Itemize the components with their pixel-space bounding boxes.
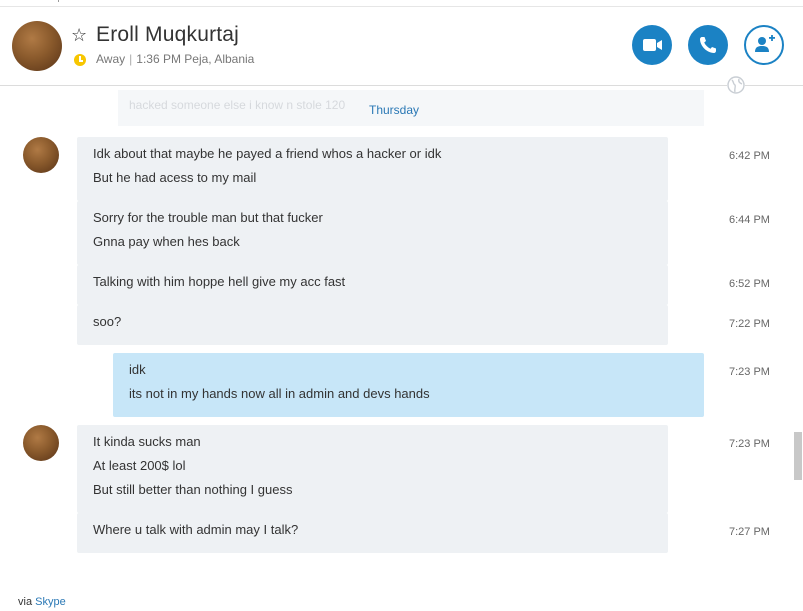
contact-name[interactable]: Eroll Muqkurtaj [96,23,239,47]
presence-text: Away [96,52,126,66]
message-timestamp: 7:27 PM [729,526,770,538]
contact-avatar[interactable] [12,21,62,71]
message-text: its not in my hands now all in admin and… [129,386,430,401]
incoming-message[interactable]: soo? [77,305,668,345]
audio-call-button[interactable] [688,25,728,65]
globe-icon[interactable] [727,76,745,94]
sender-avatar[interactable] [23,137,59,173]
away-clock-icon [74,54,86,66]
scrollbar-thumb[interactable] [794,432,802,480]
message-timestamp: 7:23 PM [729,366,770,378]
message-text: Where u talk with admin may I talk? [93,522,299,537]
message-timestamp: 7:23 PM [729,438,770,450]
add-people-button[interactable] [744,25,784,65]
message-text: idk [129,362,146,377]
local-time-text: 1:36 PM Peja, Albania [136,52,255,66]
contact-status: Away | 1:36 PM Peja, Albania [96,52,254,66]
message-text: Idk about that maybe he payed a friend w… [93,146,442,161]
incoming-message[interactable]: Idk about that maybe he payed a friend w… [77,137,668,201]
incoming-message[interactable]: Sorry for the trouble man but that fucke… [77,201,668,265]
message-text: Talking with him hoppe hell give my acc … [93,274,346,289]
message-timestamp: 6:44 PM [729,214,770,226]
day-divider: Thursday [369,103,420,117]
video-call-button[interactable] [632,25,672,65]
incoming-message[interactable]: It kinda sucks man At least 200$ lol But s… [77,425,668,513]
incoming-message[interactable]: Talking with him hoppe hell give my acc … [77,265,668,305]
message-text: Gnna pay when hes back [93,234,240,249]
footer: via Skype [18,596,66,608]
status-separator: | [129,52,133,66]
faded-preview-text: hacked someone else i know n stole 120 [129,98,346,112]
message-timestamp: 6:42 PM [729,150,770,162]
message-text: But still better than nothing I guess [93,482,293,497]
message-text: But he had acess to my mail [93,170,257,185]
video-camera-icon [643,39,662,51]
skype-link[interactable]: Skype [35,596,66,608]
sender-avatar[interactable] [23,425,59,461]
outgoing-message[interactable]: idk its not in my hands now all in admin … [113,353,704,417]
favorite-star-icon[interactable]: ☆ [71,26,87,44]
message-text: At least 200$ lol [93,458,186,473]
message-text: It kinda sucks man [93,434,201,449]
footer-prefix: via [18,596,33,608]
message-timestamp: 6:52 PM [729,278,770,290]
incoming-message[interactable]: Where u talk with admin may I talk? [77,513,668,553]
conversation-header: ☆ Eroll Muqkurtaj Away | 1:36 PM Peja, Alb… [0,7,803,86]
message-text: soo? [93,314,122,329]
message-timestamp: 7:22 PM [729,318,770,330]
phone-icon [700,37,716,53]
message-text: Sorry for the trouble man but that fucke… [93,210,323,225]
add-person-icon [755,35,775,52]
